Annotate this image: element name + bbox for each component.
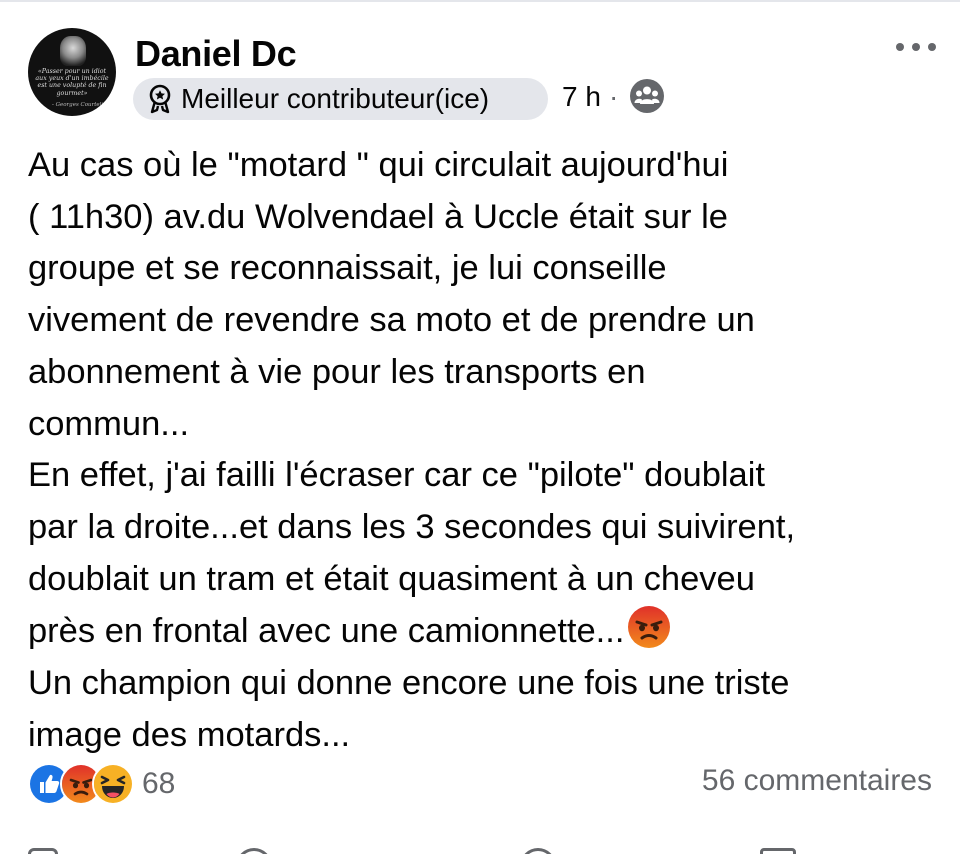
dot xyxy=(912,43,920,51)
post-text-fragment: près en frontal avec une camionnette... xyxy=(28,612,625,651)
author-name[interactable]: Daniel Dc xyxy=(135,33,297,75)
more-options-icon[interactable] xyxy=(892,36,940,58)
whatsapp-share-button[interactable] xyxy=(520,848,556,854)
top-contributor-badge[interactable]: Meilleur contributeur(ice) xyxy=(133,78,548,120)
star-badge-icon xyxy=(149,84,171,114)
reaction-count: 68 xyxy=(142,767,176,800)
comments-count-link[interactable]: 56 commentaires xyxy=(702,764,932,798)
post-text-line: groupe et se reconnaissait, je lui conse… xyxy=(28,249,667,288)
share-button[interactable] xyxy=(760,848,796,854)
post-text: Au cas où le "motard " qui circulait auj… xyxy=(28,140,943,761)
like-button[interactable] xyxy=(28,848,58,854)
post-text-line: doublait un tram et était quasiment à un… xyxy=(28,559,755,598)
reactions-summary[interactable]: 68 xyxy=(28,763,176,805)
post-text-line: En effet, j'ai failli l'écraser car ce "… xyxy=(28,456,765,495)
badge-label: Meilleur contributeur(ice) xyxy=(181,83,490,114)
post-text-line-with-emoji: près en frontal avec une camionnette... xyxy=(28,605,943,658)
avatar-attribution: - Georges Courteline xyxy=(51,102,110,108)
avatar-portrait xyxy=(60,36,86,66)
post-text-line: Au cas où le "motard " qui circulait auj… xyxy=(28,146,729,184)
comment-button[interactable] xyxy=(236,848,272,854)
post-text-line: vivement de revendre sa moto et de prend… xyxy=(28,301,755,340)
avatar-quote: «Passer pour un idiot aux yeux d'un imbé… xyxy=(35,68,109,97)
post-timestamp[interactable]: 7 h xyxy=(562,81,601,113)
post-text-line: par la droite...et dans les 3 secondes q… xyxy=(28,507,796,546)
people-glyph xyxy=(634,86,660,104)
action-bar xyxy=(0,838,960,854)
haha-reaction-icon xyxy=(92,763,134,805)
author-avatar[interactable]: «Passer pour un idiot aux yeux d'un imbé… xyxy=(28,28,116,116)
group-audience-icon[interactable] xyxy=(630,79,664,113)
post-text-line: image des motards... xyxy=(28,715,351,754)
post-text-line: ( 11h30) av.du Wolvendael à Uccle était … xyxy=(28,197,728,236)
post-text-line: commun... xyxy=(28,404,190,443)
meta-separator: · xyxy=(609,81,619,112)
dot xyxy=(928,43,936,51)
post-text-line: Un champion qui donne encore une fois un… xyxy=(28,664,790,703)
angry-face-emoji xyxy=(628,606,671,649)
top-divider xyxy=(0,0,960,2)
dot xyxy=(896,43,904,51)
post-text-line: abonnement à vie pour les transports en xyxy=(28,352,646,391)
